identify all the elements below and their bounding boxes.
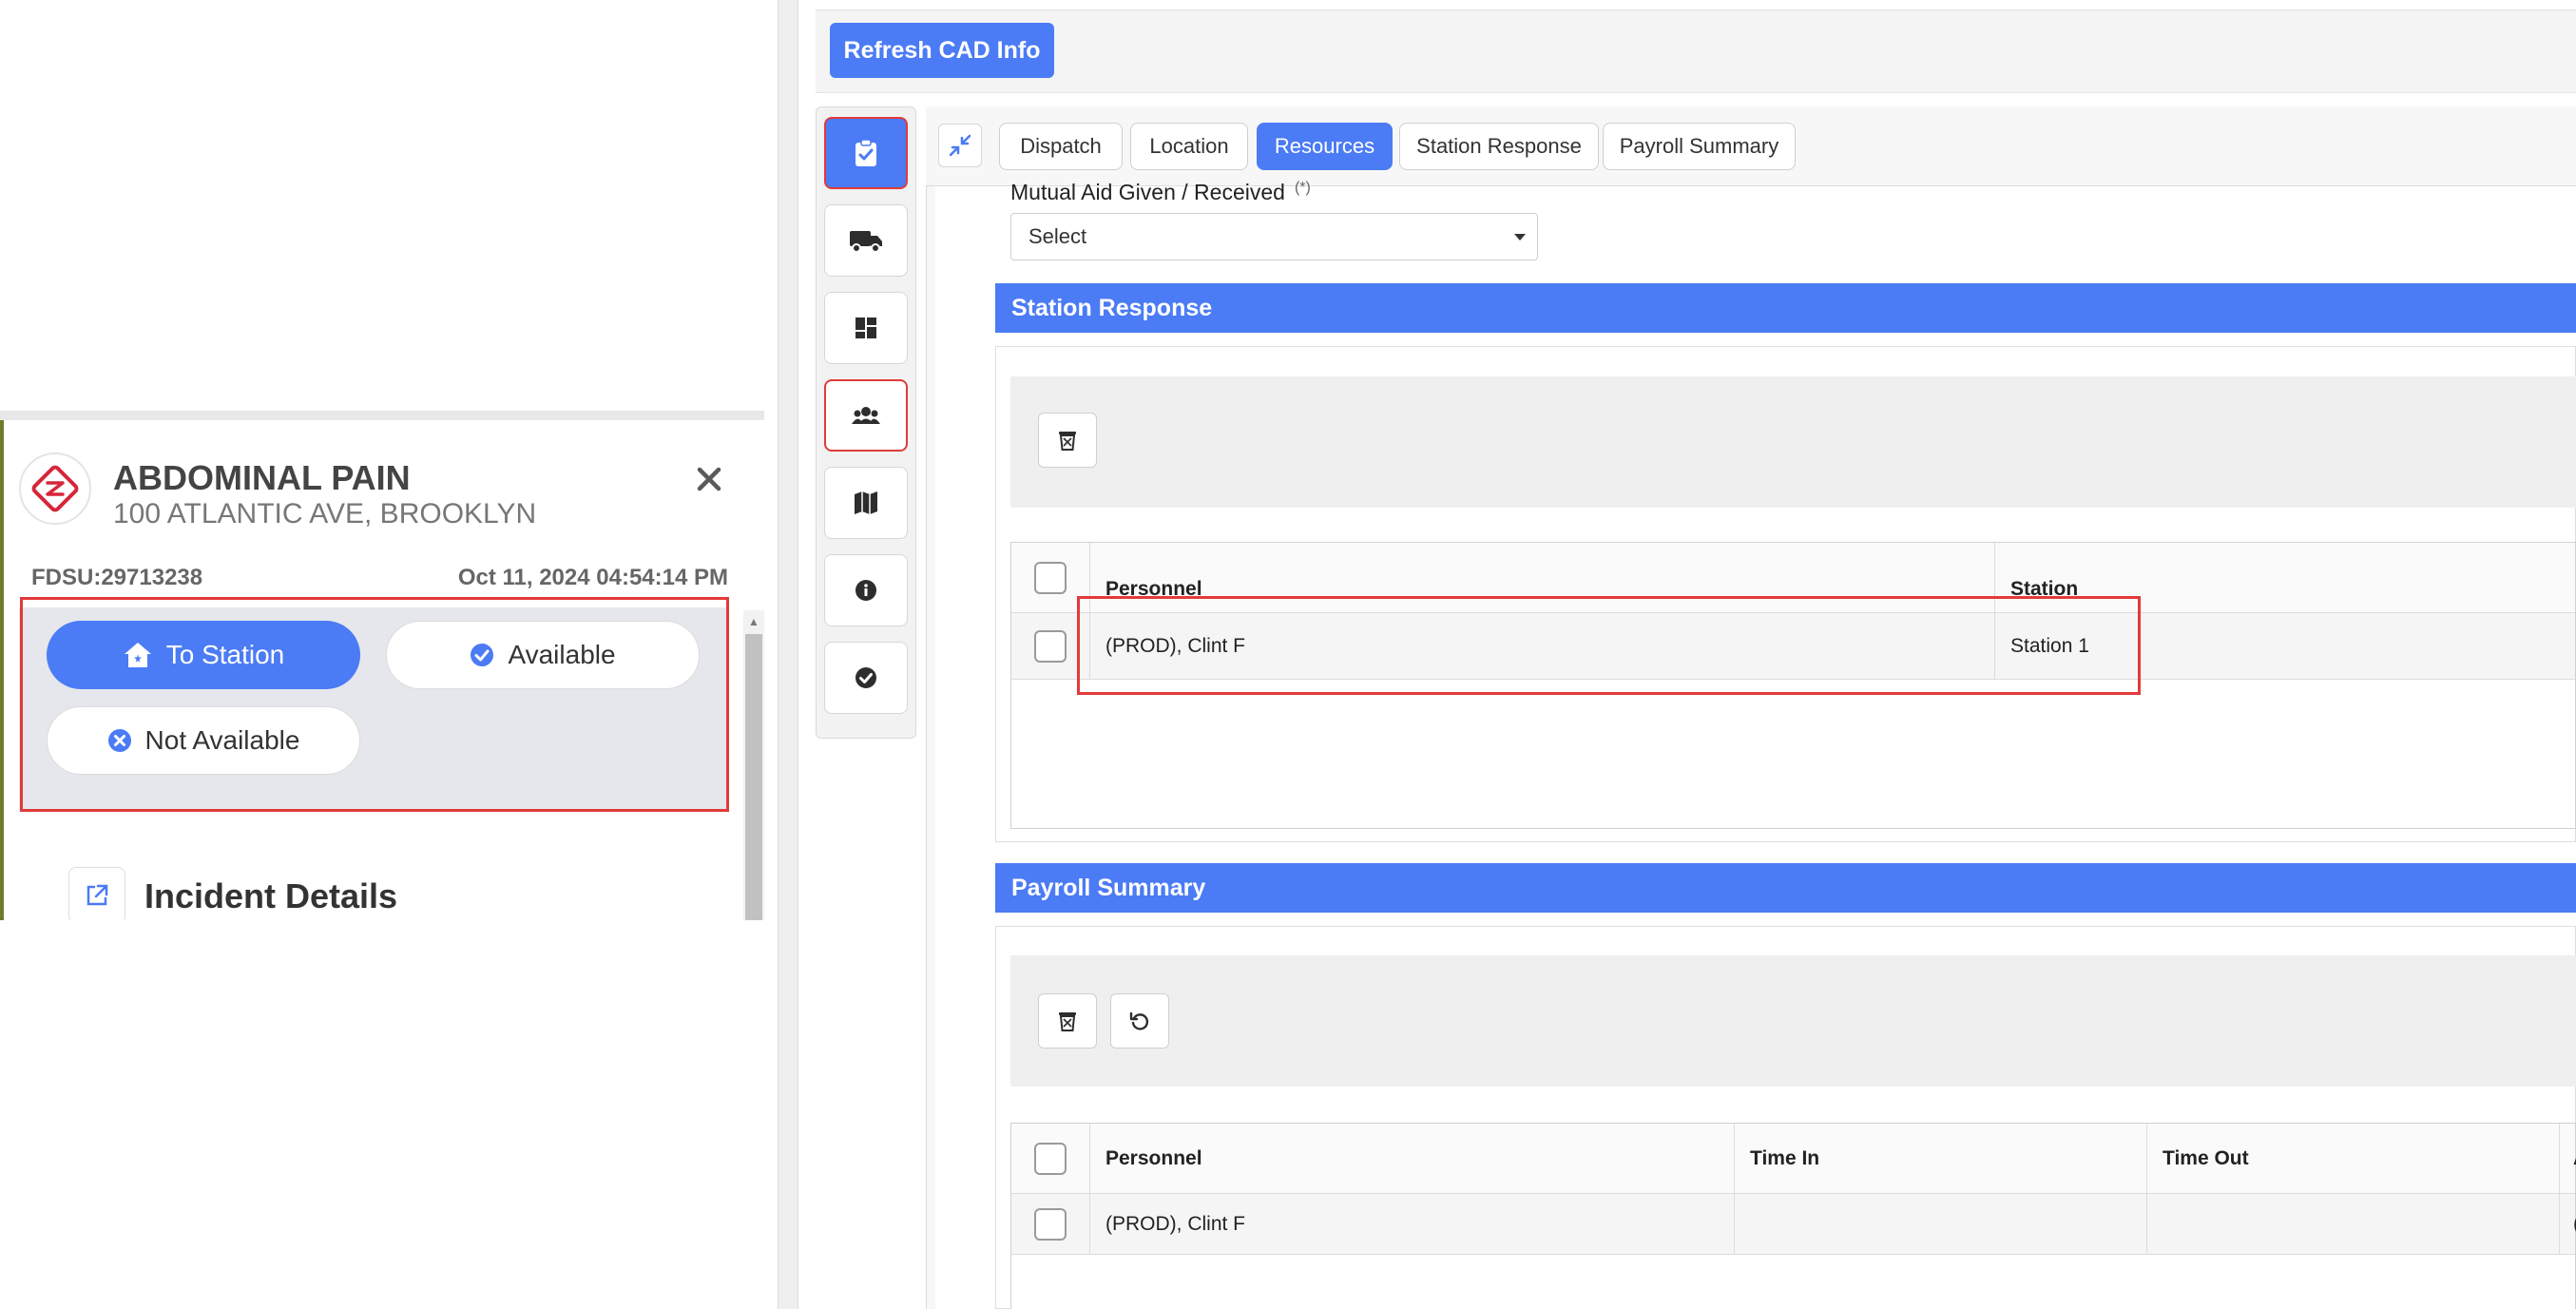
column-header-time-in[interactable]: Time In bbox=[1734, 1124, 2146, 1193]
incident-title: ABDOMINAL PAIN bbox=[113, 458, 411, 497]
cell-extra: ( bbox=[2559, 1194, 2576, 1254]
cell-time-out[interactable] bbox=[2146, 1194, 2559, 1254]
payroll-summary-grid: Personnel Time In Time Out A (PROD), Cli… bbox=[1010, 1123, 2576, 1309]
payroll-summary-toolbar bbox=[1010, 955, 2576, 1087]
external-link-icon[interactable] bbox=[68, 867, 125, 920]
nav-truck-icon[interactable] bbox=[824, 204, 908, 277]
payroll-undo-button[interactable] bbox=[1110, 993, 1169, 1049]
table-row[interactable]: (PROD), Clint F ( bbox=[1011, 1194, 2576, 1255]
payroll-header-row: Personnel Time In Time Out A bbox=[1011, 1124, 2576, 1194]
scrollbar-thumb[interactable] bbox=[745, 634, 762, 920]
tab-location[interactable]: Location bbox=[1130, 123, 1248, 170]
nav-users-icon[interactable] bbox=[824, 379, 908, 452]
top-toolbar bbox=[816, 10, 2576, 93]
scroll-up-arrow-icon[interactable]: ▲ bbox=[745, 614, 762, 629]
to-station-label: To Station bbox=[165, 640, 285, 669]
incident-details-heading: Incident Details bbox=[144, 876, 398, 915]
nav-dashboard-icon[interactable] bbox=[824, 292, 908, 364]
column-header-personnel[interactable]: Personnel bbox=[1089, 1124, 1734, 1193]
column-header-personnel[interactable]: Personnel bbox=[1089, 543, 1994, 612]
medical-incident-icon bbox=[19, 452, 91, 525]
mutual-aid-selected-value: Select bbox=[1028, 224, 1087, 248]
select-all-checkbox[interactable] bbox=[1034, 562, 1067, 594]
tab-station-response[interactable]: Station Response bbox=[1399, 123, 1599, 170]
tab-dispatch[interactable]: Dispatch bbox=[999, 123, 1123, 170]
tab-payroll-summary[interactable]: Payroll Summary bbox=[1603, 123, 1796, 170]
nav-info-icon[interactable] bbox=[824, 554, 908, 626]
table-row[interactable]: (PROD), Clint F Station 1 bbox=[1011, 613, 2575, 680]
column-header-time-out[interactable]: Time Out bbox=[2146, 1124, 2559, 1193]
available-button[interactable]: Available bbox=[386, 621, 700, 689]
trash-icon bbox=[1059, 432, 1076, 451]
tab-resources[interactable]: Resources bbox=[1257, 123, 1393, 170]
to-station-button[interactable]: To Station bbox=[47, 621, 360, 689]
incident-id: FDSU:29713238 bbox=[31, 565, 203, 590]
home-icon bbox=[124, 643, 151, 667]
cell-personnel: (PROD), Clint F bbox=[1089, 1194, 1734, 1254]
station-response-header: Station Response bbox=[995, 283, 2576, 333]
status-button-group: To Station Available Not Available bbox=[19, 607, 728, 811]
nav-clipboard-check-icon[interactable] bbox=[824, 117, 908, 189]
row-checkbox[interactable] bbox=[1034, 630, 1067, 663]
column-header-extra[interactable]: A bbox=[2559, 1124, 2576, 1193]
mutual-aid-label: Mutual Aid Given / Received (*) bbox=[1010, 180, 1311, 205]
incident-datetime: Oct 11, 2024 04:54:14 PM bbox=[457, 565, 728, 590]
x-circle-icon bbox=[107, 729, 131, 752]
check-circle-icon bbox=[471, 644, 494, 666]
refresh-cad-info-button[interactable]: Refresh CAD Info bbox=[830, 23, 1054, 78]
mutual-aid-label-text: Mutual Aid Given / Received bbox=[1010, 180, 1285, 204]
incident-address: 100 ATLANTIC AVE, BROOKLYN bbox=[113, 498, 537, 529]
station-response-toolbar bbox=[1010, 376, 2576, 508]
not-available-label: Not Available bbox=[144, 725, 300, 755]
mutual-aid-select[interactable]: Select bbox=[1010, 213, 1538, 260]
undo-icon bbox=[1129, 1011, 1149, 1030]
pane-divider[interactable] bbox=[778, 0, 798, 1309]
nav-check-circle-icon[interactable] bbox=[824, 642, 908, 714]
station-response-delete-button[interactable] bbox=[1038, 413, 1097, 468]
cell-time-in[interactable] bbox=[1734, 1194, 2146, 1254]
payroll-summary-header: Payroll Summary bbox=[995, 863, 2576, 913]
cell-personnel: (PROD), Clint F bbox=[1089, 613, 1994, 679]
select-all-checkbox[interactable] bbox=[1034, 1143, 1067, 1175]
nav-map-icon[interactable] bbox=[824, 467, 908, 539]
row-checkbox[interactable] bbox=[1034, 1208, 1067, 1241]
incident-card: ABDOMINAL PAIN 100 ATLANTIC AVE, BROOKLY… bbox=[0, 411, 764, 920]
chevron-down-icon bbox=[1514, 234, 1526, 241]
required-marker: (*) bbox=[1294, 180, 1311, 196]
payroll-delete-button[interactable] bbox=[1038, 993, 1097, 1049]
station-response-header-row: Personnel Station bbox=[1011, 543, 2575, 613]
card-accent-bar bbox=[0, 420, 4, 920]
collapse-icon[interactable] bbox=[938, 124, 982, 167]
column-header-station[interactable]: Station bbox=[1994, 543, 2576, 612]
cell-station: Station 1 bbox=[1994, 613, 2576, 679]
close-icon[interactable] bbox=[690, 460, 728, 498]
available-label: Available bbox=[508, 640, 616, 669]
not-available-button[interactable]: Not Available bbox=[47, 706, 360, 775]
station-response-grid: Personnel Station (PROD), Clint F Statio… bbox=[1010, 542, 2576, 829]
trash-icon bbox=[1059, 1012, 1076, 1031]
